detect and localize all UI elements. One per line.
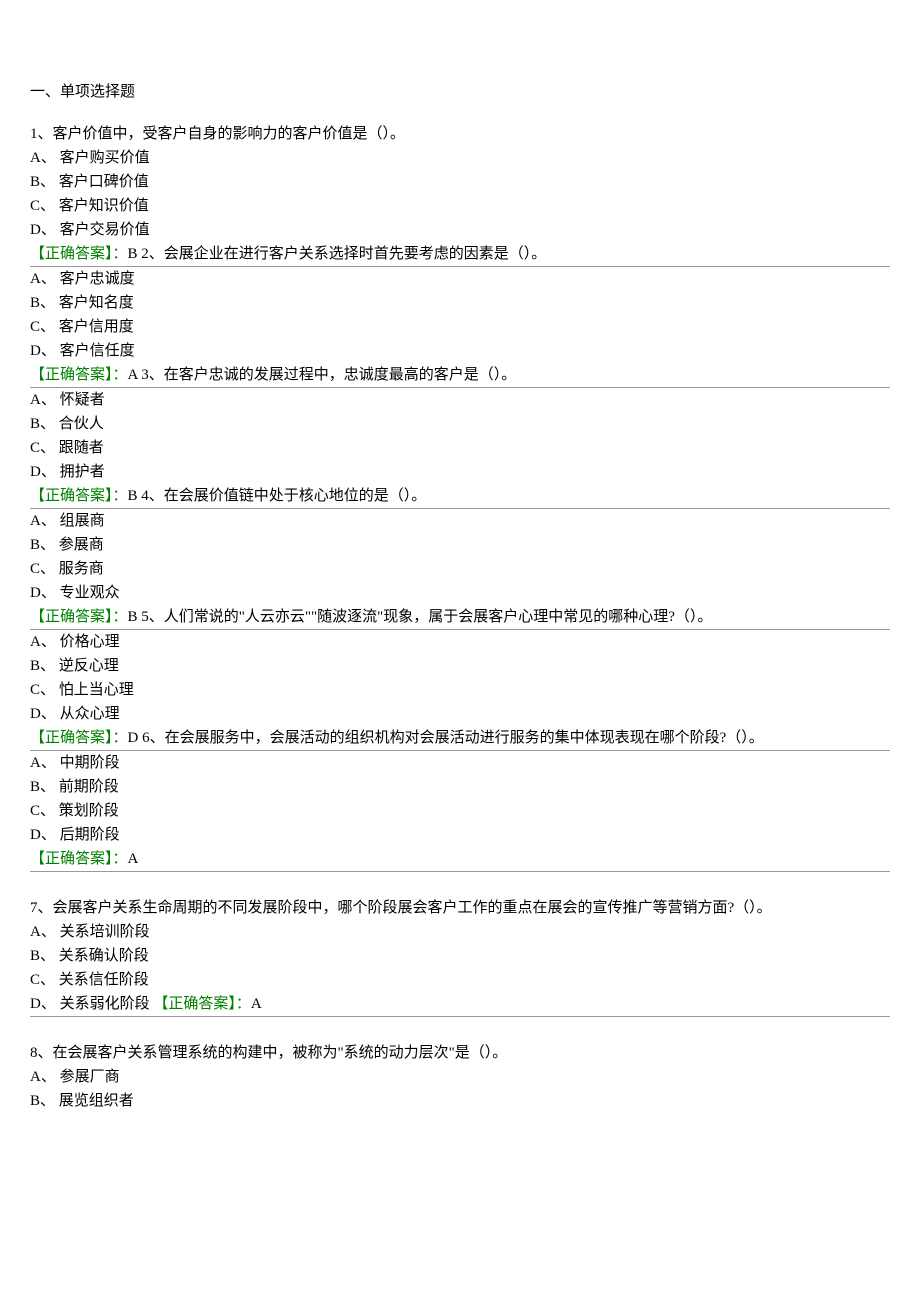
option-b: B、 客户知名度	[30, 291, 890, 315]
option-b: B、 合伙人	[30, 412, 890, 436]
question-8: 8、在会展客户关系管理系统的构建中，被称为"系统的动力层次"是（）。 A、 参展…	[30, 1041, 890, 1113]
next-question-stem: 6、在会展服务中，会展活动的组织机构对会展活动进行服务的集中体现表现在哪个阶段?…	[142, 730, 764, 746]
option-b: B、 前期阶段	[30, 775, 890, 799]
correct-answer-label: 【正确答案】：	[30, 851, 128, 867]
option-d: D、 后期阶段	[30, 823, 890, 847]
answer-value: A	[128, 851, 139, 867]
option-c: C、 策划阶段	[30, 799, 890, 823]
option-a: A、 价格心理	[30, 630, 890, 654]
next-question-stem: 2、会展企业在进行客户关系选择时首先要考虑的因素是（）。	[141, 246, 546, 262]
correct-answer-label: 【正确答案】：	[30, 730, 128, 746]
next-question-stem: 4、在会展价值链中处于核心地位的是（）。	[141, 488, 426, 504]
option-a: A、 关系培训阶段	[30, 920, 890, 944]
correct-answer-label: 【正确答案】：	[30, 246, 128, 262]
option-a: A、 客户购买价值	[30, 146, 890, 170]
question-stem: 1、客户价值中，受客户自身的影响力的客户价值是（）。	[30, 122, 890, 146]
option-d: D、 拥护者	[30, 460, 890, 484]
answer-line: 【正确答案】：B 4、在会展价值链中处于核心地位的是（）。	[30, 484, 890, 509]
question-3: A、 怀疑者 B、 合伙人 C、 跟随者 D、 拥护者 【正确答案】：B 4、在…	[30, 388, 890, 509]
answer-value: A	[128, 367, 138, 383]
answer-line: 【正确答案】：A	[30, 847, 890, 872]
answer-line: 【正确答案】：B 5、人们常说的"人云亦云""随波逐流"现象，属于会展客户心理中…	[30, 605, 890, 630]
answer-value: B	[128, 488, 138, 504]
question-stem: 7、会展客户关系生命周期的不同发展阶段中，哪个阶段展会客户工作的重点在展会的宣传…	[30, 896, 890, 920]
question-2: A、 客户忠诚度 B、 客户知名度 C、 客户信用度 D、 客户信任度 【正确答…	[30, 267, 890, 388]
correct-answer-label: 【正确答案】：	[153, 996, 251, 1012]
option-b: B、 参展商	[30, 533, 890, 557]
option-c: C、 服务商	[30, 557, 890, 581]
question-4: A、 组展商 B、 参展商 C、 服务商 D、 专业观众 【正确答案】：B 5、…	[30, 509, 890, 630]
option-c: C、 关系信任阶段	[30, 968, 890, 992]
option-d: D、 专业观众	[30, 581, 890, 605]
question-7: 7、会展客户关系生命周期的不同发展阶段中，哪个阶段展会客户工作的重点在展会的宣传…	[30, 896, 890, 1017]
correct-answer-label: 【正确答案】：	[30, 609, 128, 625]
option-b: B、 客户口碑价值	[30, 170, 890, 194]
spacer	[30, 1017, 890, 1041]
question-stem: 8、在会展客户关系管理系统的构建中，被称为"系统的动力层次"是（）。	[30, 1041, 890, 1065]
question-1: 1、客户价值中，受客户自身的影响力的客户价值是（）。 A、 客户购买价值 B、 …	[30, 122, 890, 267]
answer-line: 【正确答案】：A 3、在客户忠诚的发展过程中，忠诚度最高的客户是（）。	[30, 363, 890, 388]
answer-value: A	[251, 996, 262, 1012]
question-5: A、 价格心理 B、 逆反心理 C、 怕上当心理 D、 从众心理 【正确答案】：…	[30, 630, 890, 751]
answer-line: 【正确答案】：B 2、会展企业在进行客户关系选择时首先要考虑的因素是（）。	[30, 242, 890, 267]
option-c: C、 客户信用度	[30, 315, 890, 339]
option-a: A、 怀疑者	[30, 388, 890, 412]
spacer	[30, 872, 890, 896]
option-c: C、 怕上当心理	[30, 678, 890, 702]
answer-value: B	[128, 609, 138, 625]
option-d: D、 从众心理	[30, 702, 890, 726]
option-c: C、 客户知识价值	[30, 194, 890, 218]
option-b: B、 展览组织者	[30, 1089, 890, 1113]
option-d: D、 关系弱化阶段	[30, 996, 150, 1012]
answer-value: D	[128, 730, 139, 746]
answer-value: B	[128, 246, 138, 262]
option-c: C、 跟随者	[30, 436, 890, 460]
option-d: D、 客户交易价值	[30, 218, 890, 242]
option-a: A、 客户忠诚度	[30, 267, 890, 291]
correct-answer-label: 【正确答案】：	[30, 488, 128, 504]
option-a: A、 参展厂商	[30, 1065, 890, 1089]
answer-line: D、 关系弱化阶段 【正确答案】：A	[30, 992, 890, 1017]
answer-line: 【正确答案】：D 6、在会展服务中，会展活动的组织机构对会展活动进行服务的集中体…	[30, 726, 890, 751]
next-question-stem: 5、人们常说的"人云亦云""随波逐流"现象，属于会展客户心理中常见的哪种心理?（…	[141, 609, 712, 625]
question-6: A、 中期阶段 B、 前期阶段 C、 策划阶段 D、 后期阶段 【正确答案】：A	[30, 751, 890, 872]
correct-answer-label: 【正确答案】：	[30, 367, 128, 383]
option-d: D、 客户信任度	[30, 339, 890, 363]
option-b: B、 关系确认阶段	[30, 944, 890, 968]
option-b: B、 逆反心理	[30, 654, 890, 678]
next-question-stem: 3、在客户忠诚的发展过程中，忠诚度最高的客户是（）。	[141, 367, 516, 383]
section-title: 一、单项选择题	[30, 80, 890, 104]
option-a: A、 中期阶段	[30, 751, 890, 775]
option-a: A、 组展商	[30, 509, 890, 533]
